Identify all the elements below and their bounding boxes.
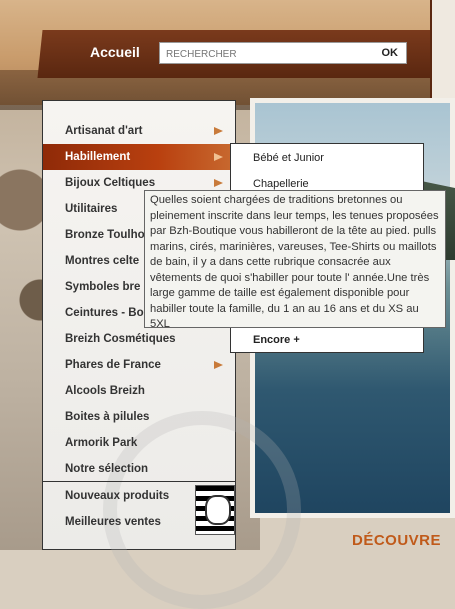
menu-item-cosmetiques[interactable]: Breizh Cosmétiques: [43, 326, 235, 352]
menu-item-label: Phares de France: [65, 359, 161, 371]
arrow-right-icon: [214, 361, 223, 369]
menu-item-alcools[interactable]: Alcools Breizh: [43, 378, 235, 404]
menu-item-phares[interactable]: Phares de France: [43, 352, 235, 378]
search-box: OK: [159, 42, 407, 64]
discover-banner[interactable]: DÉCOUVRE: [352, 532, 441, 549]
menu-divider: [43, 481, 235, 482]
menu-item-label: Utilitaires: [65, 203, 118, 215]
menu-item-selection[interactable]: Notre sélection: [43, 456, 235, 482]
submenu-item-bebe[interactable]: Bébé et Junior: [231, 145, 423, 171]
menu-item-label: Bijoux Celtiques: [65, 177, 156, 189]
menu-item-label: Artisanat d'art: [65, 125, 143, 137]
menu-item-label: Notre sélection: [65, 463, 149, 475]
arrow-right-icon: [214, 127, 223, 135]
menu-item-label: Ceintures - Bo: [65, 307, 144, 319]
menu-item-label: Alcools Breizh: [65, 385, 145, 397]
arrow-right-icon: [214, 153, 223, 161]
menu-item-habillement[interactable]: Habillement: [43, 144, 235, 170]
menu-item-boites[interactable]: Boites à pilules: [43, 404, 235, 430]
menu-item-label: Habillement: [65, 151, 131, 163]
mascot-logo-icon: [205, 495, 231, 525]
menu-item-label: Montres celte: [65, 255, 140, 267]
menu-item-label: Meilleures ventes: [65, 516, 161, 528]
tooltip: Quelles soient chargées de traditions br…: [144, 190, 446, 330]
arrow-right-icon: [214, 179, 223, 187]
home-link[interactable]: Accueil: [90, 44, 140, 60]
menu-item-label: Nouveaux produits: [65, 490, 170, 502]
menu-item-label: Boites à pilules: [65, 411, 150, 423]
submenu-item-label: Chapellerie: [253, 178, 309, 190]
menu-item-label: Bronze Toulho: [65, 229, 145, 241]
menu-item-label: Breizh Cosmétiques: [65, 333, 176, 345]
submenu-item-encore[interactable]: Encore +: [231, 327, 423, 353]
menu-item-label: Armorik Park: [65, 437, 138, 449]
menu-item-label: Symboles bre: [65, 281, 141, 293]
search-button[interactable]: OK: [382, 47, 399, 59]
search-input[interactable]: [164, 44, 368, 64]
submenu-item-label: Encore +: [253, 334, 300, 346]
submenu-item-label: Bébé et Junior: [253, 152, 324, 164]
menu-item-armorik[interactable]: Armorik Park: [43, 430, 235, 456]
menu-item-artisanat[interactable]: Artisanat d'art: [43, 118, 235, 144]
